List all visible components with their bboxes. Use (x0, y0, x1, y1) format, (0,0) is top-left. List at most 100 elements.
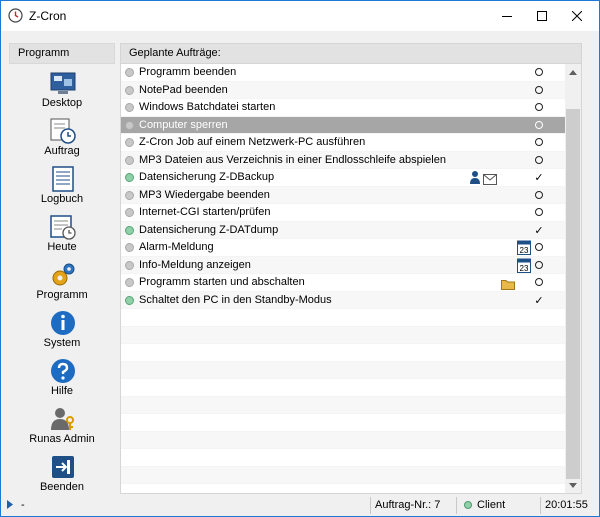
job-label: Z-Cron Job auf einem Netzwerk-PC ausführ… (139, 136, 366, 148)
status-time: 20:01:55 (545, 499, 588, 511)
mail-icon (483, 174, 497, 185)
job-label: Datensicherung Z-DATdump (139, 223, 279, 236)
job-row-selected[interactable]: Computer sperren (121, 116, 565, 134)
sidebar-item-auftrag[interactable]: Auftrag (9, 118, 115, 166)
job-row[interactable]: Datensicherung Z-DATdump ✓ (121, 221, 565, 239)
chevron-up-icon (569, 69, 577, 75)
job-label: Programm starten und abschalten (139, 276, 305, 288)
job-label: Windows Batchdatei starten (139, 101, 276, 113)
job-row[interactable]: Datensicherung Z-DBackup ✓ (121, 169, 565, 187)
scrollbar-thumb[interactable] (566, 109, 580, 479)
scroll-down-button[interactable] (565, 477, 581, 493)
sidebar-item-system[interactable]: System (9, 310, 115, 358)
job-row[interactable]: Alarm-Meldung 23 (121, 239, 565, 257)
job-list: Programm beenden NotePad beenden Windows… (121, 64, 565, 493)
desktop-icon (50, 72, 76, 94)
admin-user-key-icon (51, 408, 74, 430)
job-row[interactable]: Schaltet den PC in den Standby-Modus ✓ (121, 291, 565, 309)
user-icon (470, 171, 480, 184)
job-number: Auftrag-Nr.: 7 (375, 499, 441, 511)
calendar-icon: 23 (517, 240, 531, 255)
folder-icon (501, 280, 515, 290)
job-status-dot (125, 278, 134, 287)
job-row[interactable]: NotePad beenden (121, 81, 565, 99)
status-left-text: - (21, 499, 25, 511)
empty-row (121, 449, 565, 467)
job-label: Internet-CGI starten/prüfen (139, 206, 271, 218)
sidebar-header: Programm (9, 43, 115, 64)
sidebar-item-runas-admin[interactable]: Runas Admin (9, 406, 115, 454)
empty-row (121, 466, 565, 484)
empty-row (121, 379, 565, 397)
close-button[interactable] (554, 1, 600, 31)
job-status-dot (125, 85, 134, 95)
empty-row (121, 344, 565, 362)
job-status-dot (125, 120, 134, 130)
empty-row (121, 414, 565, 432)
empty-row (121, 326, 565, 344)
play-triangle-icon (7, 500, 13, 509)
job-row[interactable]: Info-Meldung anzeigen 23 (121, 256, 565, 274)
job-label: Info-Meldung anzeigen (139, 258, 251, 271)
job-status-dot (125, 68, 134, 77)
job-list-header: Geplante Aufträge: (121, 44, 581, 64)
scroll-up-button[interactable] (565, 64, 581, 80)
vertical-scrollbar[interactable] (565, 64, 581, 493)
chevron-down-icon (569, 482, 577, 488)
empty-row (121, 396, 565, 414)
sidebar-item-programm[interactable]: Programm (9, 262, 115, 310)
job-label: MP3 Wiedergabe beenden (139, 188, 270, 201)
job-status-dot (125, 138, 134, 147)
help-icon (51, 359, 75, 383)
job-label: Schaltet den PC in den Standby-Modus (139, 293, 332, 306)
job-active-check: ✓ (534, 172, 544, 184)
job-status-dot (125, 295, 134, 305)
job-row[interactable]: Programm starten und abschalten (121, 274, 565, 292)
job-label: Programm beenden (139, 66, 237, 78)
status-bar: - Auftrag-Nr.: 7 Client 20:01:55 (1, 494, 599, 516)
empty-row (121, 484, 565, 493)
job-label: Datensicherung Z-DBackup (139, 171, 275, 183)
logbook-icon (52, 166, 74, 192)
client-status-dot (464, 501, 472, 509)
window-title: Z-Cron (29, 9, 67, 23)
info-icon (51, 311, 75, 335)
job-status-dot (125, 173, 134, 182)
z-cron-app-icon (8, 8, 23, 23)
job-label: NotePad beenden (139, 83, 228, 96)
job-status-dot (125, 155, 134, 165)
job-status-dot (125, 225, 134, 235)
job-status-dot (125, 190, 134, 200)
job-label: Computer sperren (139, 118, 228, 131)
job-active-check: ✓ (534, 224, 544, 237)
status-divider (540, 497, 541, 514)
job-row[interactable]: Internet-CGI starten/prüfen (121, 204, 565, 222)
empty-row (121, 309, 565, 327)
sidebar-item-logbuch[interactable]: Logbuch (9, 166, 115, 214)
job-clock-icon (50, 118, 76, 144)
job-list-panel: Geplante Aufträge: Programm beenden Note… (120, 43, 582, 494)
job-row[interactable]: MP3 Dateien aus Verzeichnis in einer End… (121, 151, 565, 169)
job-active-check: ✓ (534, 294, 544, 307)
empty-row (121, 431, 565, 449)
client-mode: Client (477, 499, 506, 511)
title-bar[interactable]: Z-Cron (1, 1, 599, 31)
job-label: MP3 Dateien aus Verzeichnis in einer End… (139, 153, 446, 166)
sidebar-item-desktop[interactable]: Desktop (9, 70, 115, 118)
job-status-dot (125, 243, 134, 252)
sidebar-item-heute[interactable]: Heute (9, 214, 115, 262)
status-divider (370, 497, 371, 514)
close-icon (572, 11, 582, 21)
svg-text:23: 23 (520, 246, 529, 255)
svg-text:23: 23 (520, 264, 529, 273)
job-status-dot (125, 260, 134, 270)
maximize-icon (537, 11, 547, 21)
exit-icon (52, 456, 74, 478)
job-row[interactable]: Windows Batchdatei starten (121, 99, 565, 117)
minimize-icon (502, 16, 512, 17)
job-row[interactable]: MP3 Wiedergabe beenden (121, 186, 565, 204)
job-row[interactable]: Z-Cron Job auf einem Netzwerk-PC ausführ… (121, 134, 565, 152)
job-row[interactable]: Programm beenden (121, 64, 565, 82)
sidebar: Programm Desktop Auftrag Logbuch Heute P… (9, 43, 115, 495)
sidebar-item-hilfe[interactable]: Hilfe (9, 358, 115, 406)
